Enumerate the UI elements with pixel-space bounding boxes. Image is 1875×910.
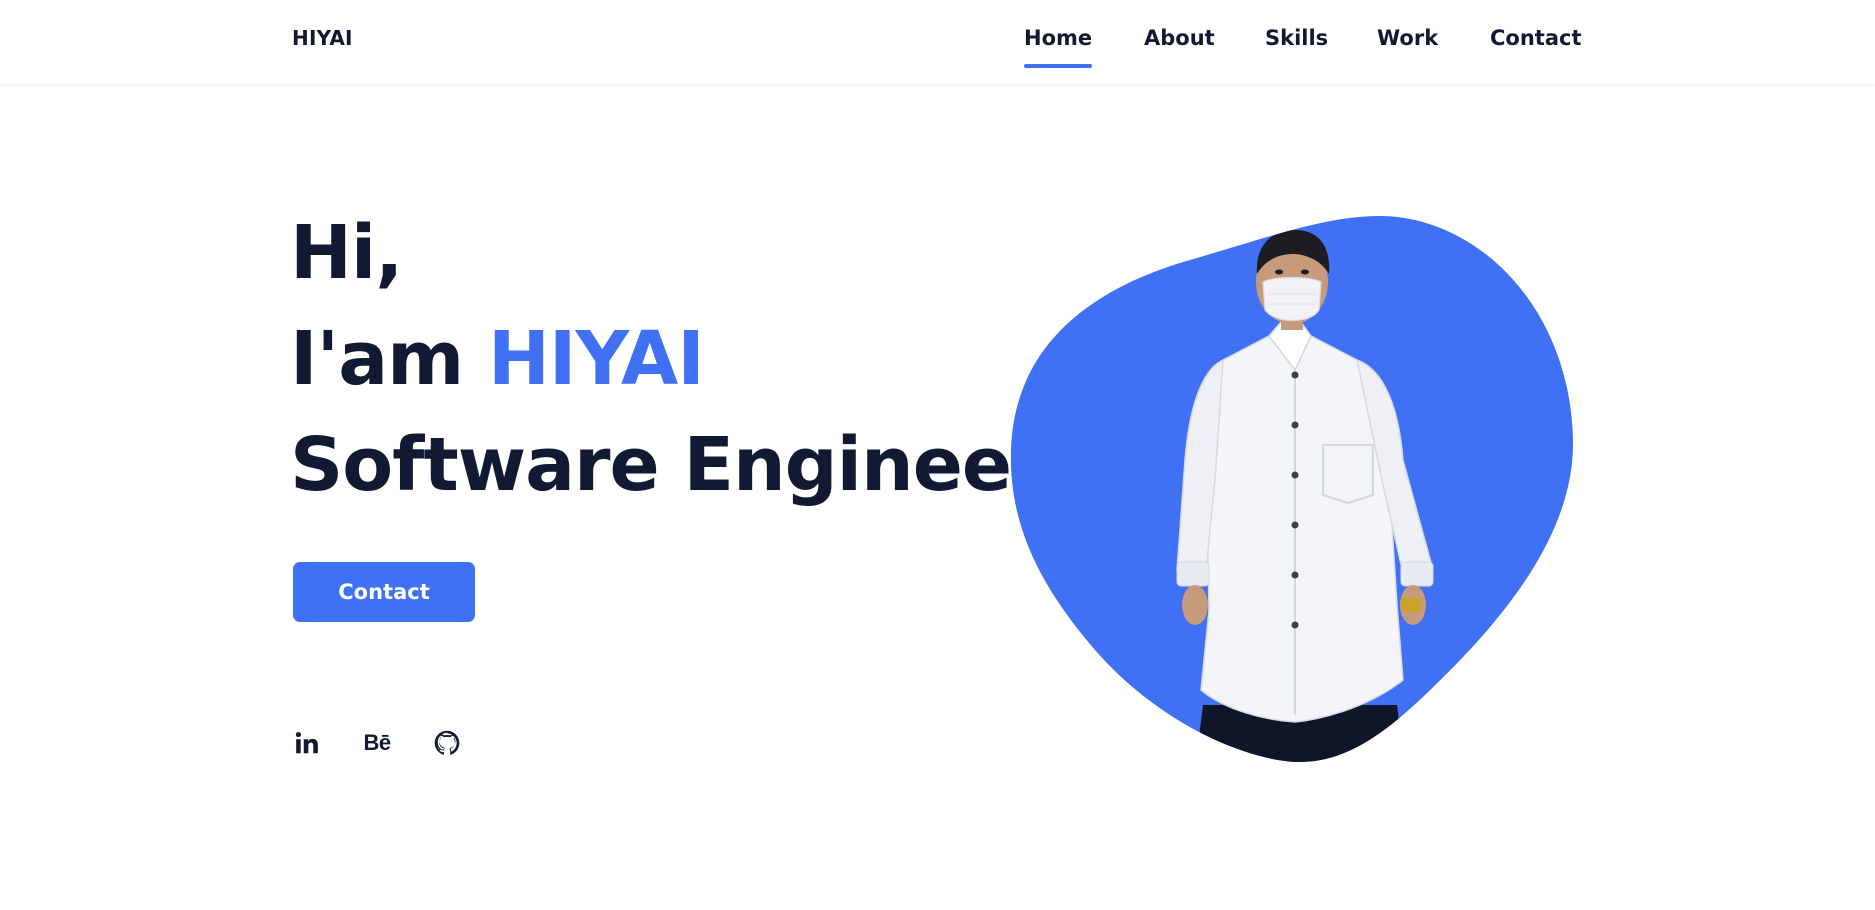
profile-image (1005, 210, 1580, 770)
contact-button[interactable]: Contact (293, 562, 475, 622)
nav-work[interactable]: Work (1377, 26, 1438, 50)
linkedin-icon (295, 731, 318, 754)
site-header: HIYAI Home About Skills Work Contact (0, 0, 1875, 84)
hero-intro-prefix: I'am (290, 316, 464, 402)
hero-name: HIYAI (488, 316, 705, 402)
hero-title: Hi, I'am HIYAI Software Engineer (290, 200, 1048, 518)
hero-intro: I'am HIYAI (290, 306, 1047, 412)
hero-role: Software Engineer (290, 422, 1048, 508)
github-link[interactable] (430, 726, 464, 760)
nav-skills[interactable]: Skills (1265, 26, 1328, 50)
github-icon (434, 730, 460, 755)
behance-link[interactable]: Bē (360, 726, 394, 760)
linkedin-link[interactable] (290, 726, 324, 760)
behance-icon: Bē (363, 730, 391, 755)
nav-home[interactable]: Home (1024, 26, 1093, 68)
nav-contact[interactable]: Contact (1490, 26, 1582, 50)
nav-about[interactable]: About (1144, 26, 1215, 50)
hero-greeting: Hi, (290, 210, 403, 296)
site-logo[interactable]: HIYAI (292, 26, 353, 50)
